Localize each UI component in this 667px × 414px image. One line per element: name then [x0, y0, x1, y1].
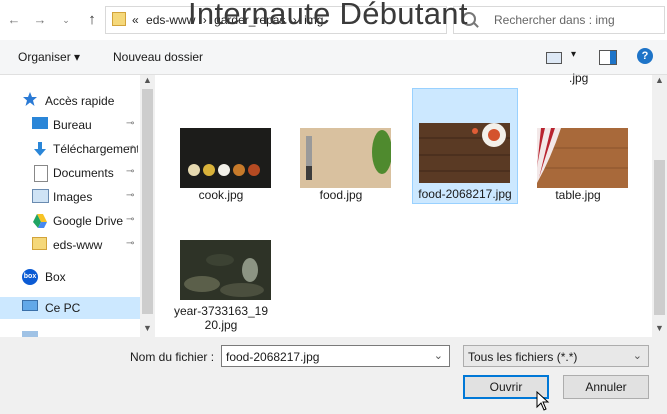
dialog-footer: Nom du fichier : food-2068217.jpg ⌄ Tous…	[0, 337, 667, 412]
chevron-down-icon[interactable]: ⌄	[434, 349, 443, 362]
mouse-cursor-icon	[536, 390, 550, 414]
breadcrumb-overflow[interactable]: «	[132, 13, 139, 27]
preview-pane-icon[interactable]	[599, 50, 617, 65]
address-bar-area: ← → ⌄ ↑ « eds-www › garder_repas › img R…	[0, 0, 667, 40]
file-type-value: Tous les fichiers (*.*)	[468, 350, 578, 364]
search-input[interactable]: Rechercher dans : img	[453, 6, 665, 34]
thumbnail-table	[537, 128, 628, 188]
view-dropdown-icon[interactable]: ▾	[571, 49, 576, 60]
organize-menu[interactable]: Organiser ▾	[18, 50, 80, 64]
pin-icon: ⊸	[126, 214, 135, 225]
file-item-table[interactable]: table.jpg	[529, 88, 628, 202]
nav-item-documents[interactable]: Documents ⊸	[0, 162, 140, 184]
file-name: table.jpg	[555, 188, 601, 202]
thumbnail-food	[300, 128, 392, 188]
thumbnail-year-3733163	[180, 240, 271, 300]
forward-icon[interactable]: →	[32, 12, 48, 28]
content-scrollbar[interactable]: ▲ ▼	[652, 75, 667, 337]
scrollbar-thumb[interactable]	[142, 89, 153, 314]
thumbnail-food-2068217	[419, 123, 510, 183]
computer-icon	[22, 300, 38, 314]
navigation-pane: Accès rapide Bureau ⊸ Téléchargements ⊸ …	[0, 75, 155, 337]
thumbnail-cook	[180, 128, 271, 188]
google-drive-icon	[32, 213, 48, 228]
pin-icon: ⊸	[126, 118, 135, 129]
search-placeholder: Rechercher dans : img	[494, 13, 615, 27]
nav-item-desktop[interactable]: Bureau ⊸	[0, 114, 140, 136]
folder-icon	[32, 237, 48, 251]
cancel-button[interactable]: Annuler	[563, 375, 649, 399]
file-name: food-2068217.jpg	[418, 187, 512, 201]
download-icon	[32, 141, 48, 156]
nav-item-box[interactable]: box Box	[0, 266, 140, 288]
new-folder-button[interactable]: Nouveau dossier	[113, 50, 203, 64]
recent-locations-icon[interactable]: ⌄	[58, 12, 74, 28]
nav-scrollbar[interactable]: ▲ ▼	[140, 75, 155, 337]
file-list: .jpg cook.jpg food.jpg food-2068217.jpg …	[155, 71, 652, 340]
pin-icon: ⊸	[126, 190, 135, 201]
documents-icon	[32, 165, 48, 182]
desktop-icon	[32, 117, 48, 131]
pin-icon: ⊸	[126, 238, 135, 249]
file-item-food-2068217[interactable]: food-2068217.jpg	[412, 88, 518, 204]
toolbar: Organiser ▾ Nouveau dossier ▾ ?	[0, 40, 667, 75]
filename-label: Nom du fichier :	[130, 350, 215, 364]
nav-item-label: Accès rapide	[45, 94, 115, 108]
file-type-select[interactable]: Tous les fichiers (*.*) ⌄	[463, 345, 649, 367]
partial-file-name: .jpg	[569, 71, 589, 85]
nav-item-downloads[interactable]: Téléchargements ⊸	[0, 138, 140, 160]
box-icon: box	[22, 269, 38, 285]
nav-item-label: Box	[45, 270, 66, 284]
scroll-up-icon[interactable]: ▲	[655, 75, 664, 85]
nav-item-images[interactable]: Images ⊸	[0, 186, 140, 208]
watermark-text: Internaute Débutant	[188, 0, 468, 31]
file-name: year-3733163_1920.jpg	[173, 304, 269, 332]
file-item-year-3733163[interactable]: year-3733163_1920.jpg	[172, 200, 271, 340]
nav-item-quick-access[interactable]: Accès rapide	[0, 90, 140, 112]
up-icon[interactable]: ↑	[84, 12, 100, 28]
nav-item-eds-www[interactable]: eds-www ⊸	[0, 234, 140, 256]
pin-icon: ⊸	[126, 166, 135, 177]
filename-value: food-2068217.jpg	[226, 350, 320, 364]
scroll-up-icon[interactable]: ▲	[143, 75, 152, 85]
scroll-down-icon[interactable]: ▼	[143, 323, 152, 333]
file-name: food.jpg	[319, 188, 363, 202]
scroll-down-icon[interactable]: ▼	[655, 323, 664, 333]
help-icon[interactable]: ?	[637, 48, 653, 64]
file-item-cook[interactable]: cook.jpg	[172, 88, 271, 202]
pin-icon: ⊸	[126, 142, 135, 153]
nav-item-label: Ce PC	[45, 301, 81, 315]
images-icon	[32, 189, 49, 203]
back-icon[interactable]: ←	[6, 12, 22, 28]
view-options-icon[interactable]	[546, 52, 562, 64]
chevron-down-icon[interactable]: ⌄	[633, 349, 642, 362]
nav-item-google-drive[interactable]: Google Drive ⊸	[0, 210, 140, 232]
file-item-food[interactable]: food.jpg	[292, 88, 392, 202]
filename-input[interactable]: food-2068217.jpg ⌄	[221, 345, 450, 367]
folder-icon	[112, 12, 126, 26]
nav-item-this-pc[interactable]: Ce PC	[0, 297, 140, 319]
scrollbar-thumb[interactable]	[654, 160, 665, 315]
star-icon	[22, 91, 38, 106]
